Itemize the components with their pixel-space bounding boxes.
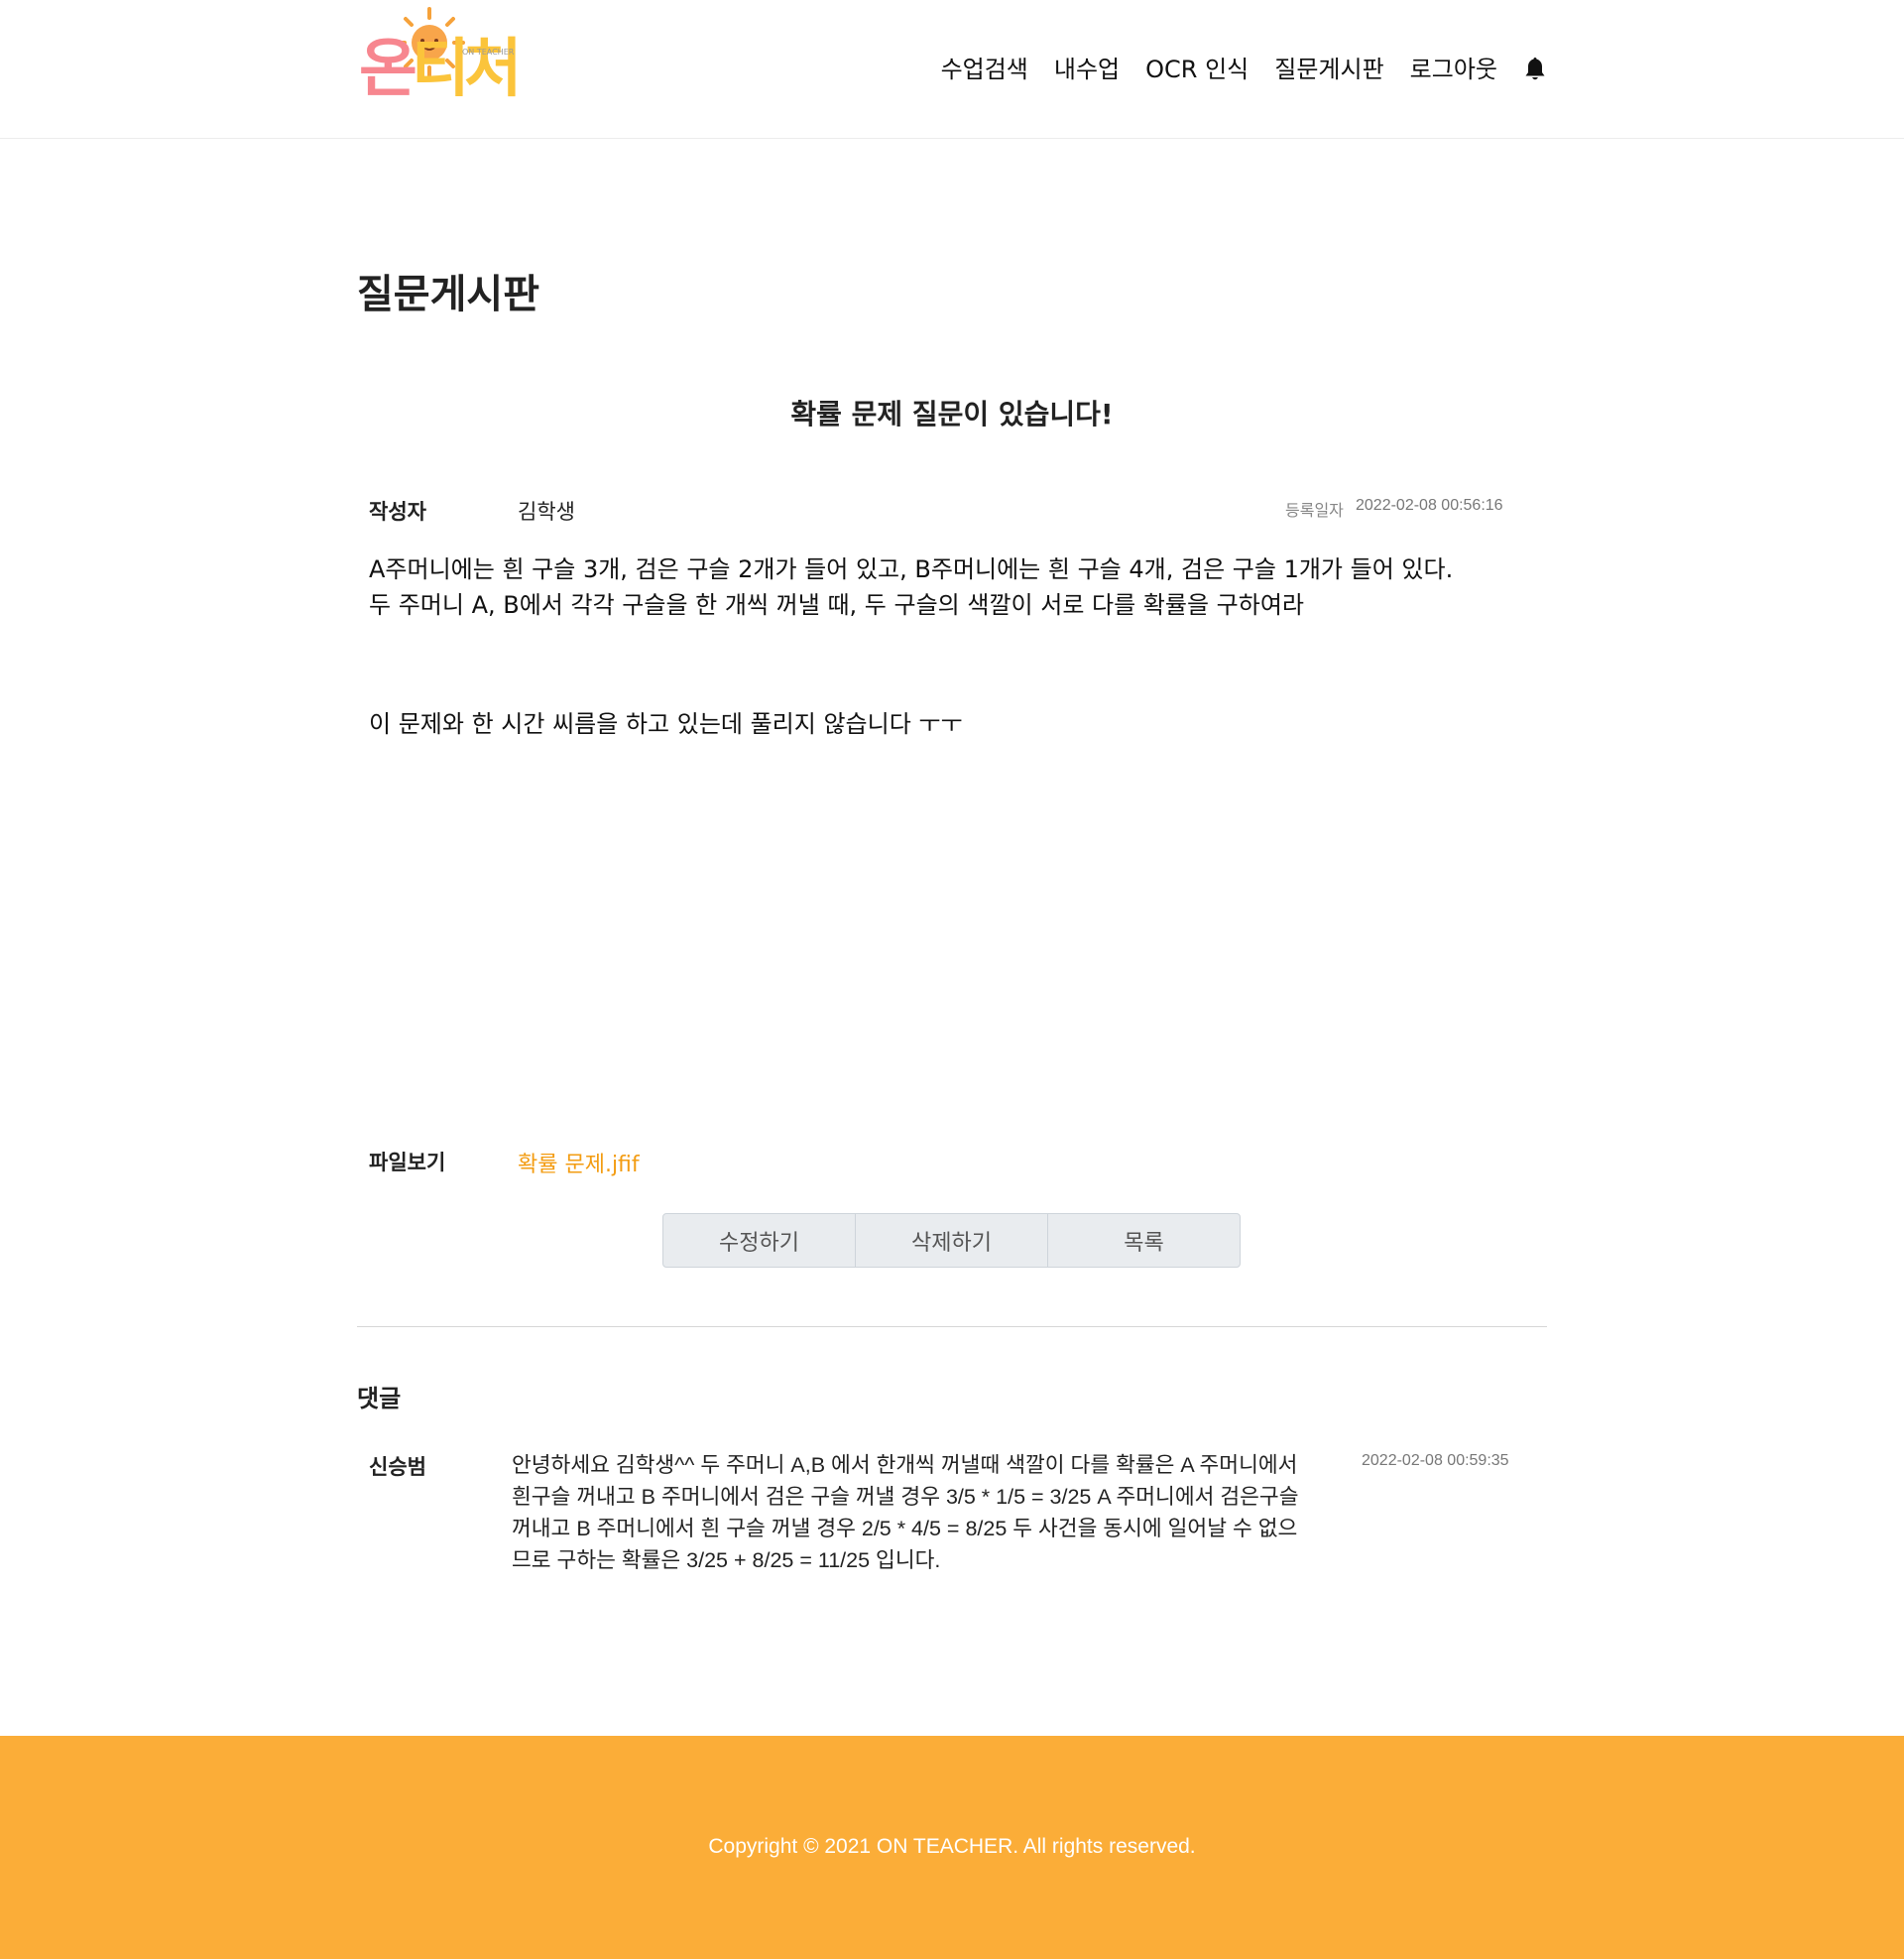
post-body: A주머니에는 흰 구슬 3개, 검은 구슬 2개가 들어 있고, B주머니에는 …	[369, 551, 1539, 742]
comment-date: 2022-02-08 00:59:35	[1362, 1452, 1509, 1469]
date-label: 등록일자	[1285, 501, 1344, 520]
comment-text: 안녕하세요 김학생^^ 두 주머니 A,B 에서 한개씩 꺼낼때 색깔이 다를 …	[512, 1453, 1299, 1572]
attachment-link[interactable]: 확률 문제.jfif	[518, 1147, 640, 1178]
post-body-line: A주머니에는 흰 구슬 3개, 검은 구슬 2개가 들어 있고, B주머니에는 …	[369, 555, 1454, 583]
edit-button[interactable]: 수정하기	[662, 1213, 856, 1268]
site-footer: Copyright © 2021 ON TEACHER. All rights …	[0, 1736, 1904, 1959]
nav-ocr[interactable]: OCR 인식	[1145, 48, 1249, 91]
nav-qna-board[interactable]: 질문게시판	[1274, 48, 1383, 91]
post-author: 김학생	[518, 500, 575, 524]
site-header: 온티처 ON TEACHER 수업검색 내수업 OCR 인식 질문게시판 로그아…	[0, 0, 1904, 139]
nav-my-classes[interactable]: 내수업	[1054, 48, 1120, 91]
logo-subtitle: ON TEACHER	[462, 48, 515, 57]
post-date: 2022-02-08 00:56:16	[1356, 497, 1503, 514]
site-logo[interactable]: 온티처 ON TEACHER	[355, 6, 524, 125]
post-body-line: 두 주머니 A, B에서 각각 구슬을 한 개씩 꺼낼 때, 두 구슬의 색깔이…	[369, 591, 1305, 619]
page-title: 질문게시판	[357, 272, 539, 317]
nav-logout[interactable]: 로그아웃	[1410, 48, 1497, 91]
divider	[357, 1326, 1547, 1327]
post-actions: 수정하기 삭제하기 목록	[662, 1213, 1241, 1268]
list-button[interactable]: 목록	[1047, 1213, 1241, 1268]
delete-button[interactable]: 삭제하기	[855, 1213, 1048, 1268]
comments-title: 댓글	[357, 1385, 402, 1412]
comment-author: 신승범	[369, 1455, 426, 1479]
main-nav: 수업검색 내수업 OCR 인식 질문게시판 로그아웃	[915, 48, 1547, 91]
nav-search[interactable]: 수업검색	[941, 48, 1028, 91]
author-label: 작성자	[369, 500, 426, 524]
bell-icon[interactable]	[1523, 56, 1547, 83]
post-body-line: 이 문제와 한 시간 씨름을 하고 있는데 풀리지 않습니다 ㅜㅜ	[369, 710, 963, 738]
file-label: 파일보기	[369, 1151, 446, 1174]
copyright-text: Copyright © 2021 ON TEACHER. All rights …	[708, 1835, 1196, 1858]
post-title: 확률 문제 질문이 있습니다!	[790, 398, 1114, 430]
